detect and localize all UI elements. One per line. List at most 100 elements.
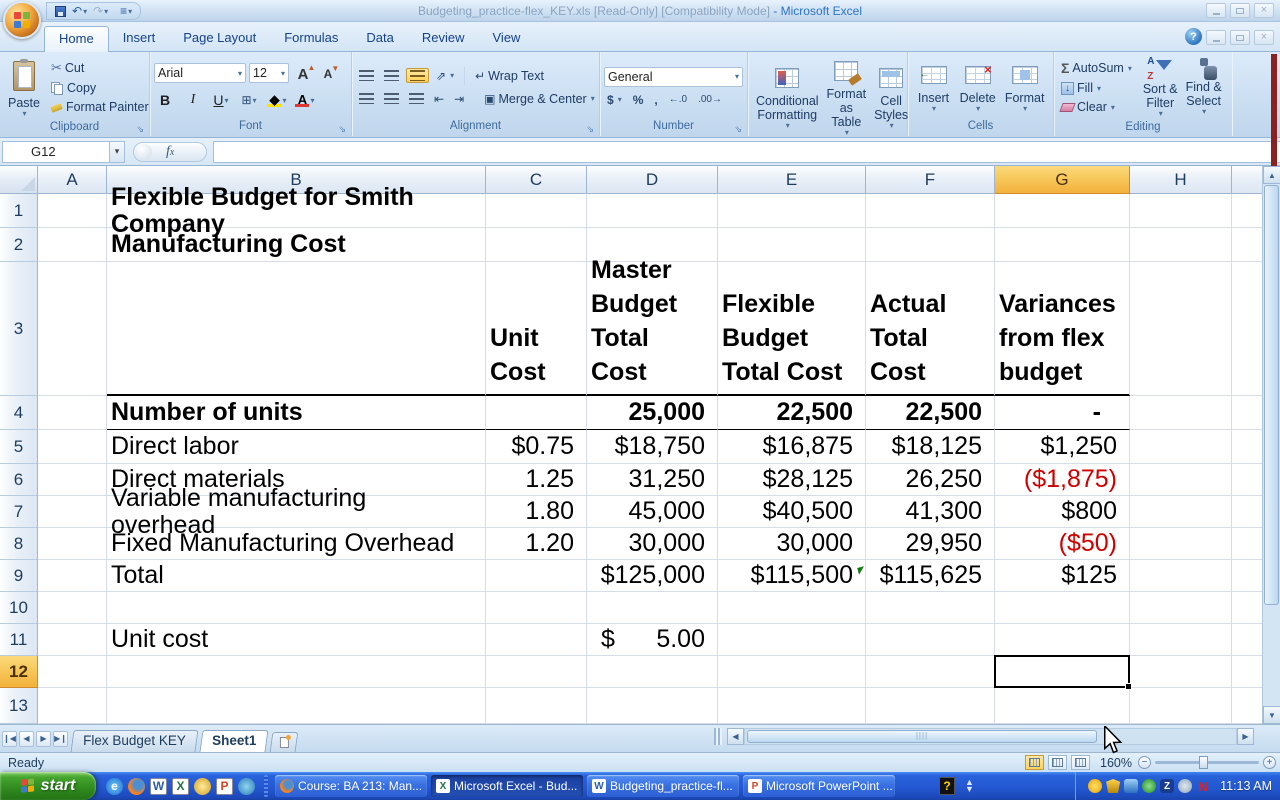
cell-E9[interactable]: $115,500 bbox=[718, 560, 866, 592]
cell-E5[interactable]: $16,875 bbox=[718, 430, 866, 464]
cell-C9[interactable] bbox=[486, 560, 587, 592]
cell-C8[interactable]: 1.20 bbox=[486, 528, 587, 560]
cell-E10[interactable] bbox=[718, 592, 866, 624]
cell-F7[interactable]: 41,300 bbox=[866, 496, 995, 528]
cell-C10[interactable] bbox=[486, 592, 587, 624]
cell-A10[interactable] bbox=[38, 592, 107, 624]
zoom-out-button[interactable]: − bbox=[1138, 756, 1151, 769]
cell-D6[interactable]: 31,250 bbox=[587, 464, 718, 496]
workbook-close-button[interactable]: × bbox=[1254, 30, 1274, 45]
clear-button[interactable]: Clear ▾ bbox=[1058, 99, 1135, 115]
vertical-scroll-thumb[interactable] bbox=[1264, 185, 1279, 605]
cell-E4[interactable]: 22,500 bbox=[718, 396, 866, 430]
fill-button[interactable]: ↓ Fill ▾ bbox=[1058, 80, 1135, 96]
cell-F10[interactable] bbox=[866, 592, 995, 624]
font-color-button[interactable]: A ▾ bbox=[294, 89, 316, 111]
page-break-view-button[interactable] bbox=[1071, 755, 1091, 770]
cell-C13[interactable] bbox=[486, 688, 587, 724]
row-header-12[interactable]: 12 bbox=[0, 656, 38, 688]
insert-worksheet-tab[interactable] bbox=[269, 731, 299, 752]
borders-button[interactable]: ⊞ ▾ bbox=[238, 89, 260, 111]
cell-H7[interactable] bbox=[1130, 496, 1232, 528]
italic-button[interactable]: I bbox=[182, 89, 204, 111]
grow-font-button[interactable]: A ▲ bbox=[292, 63, 316, 85]
wrap-text-button[interactable]: ↵ Wrap Text bbox=[472, 68, 547, 84]
next-sheet-icon[interactable]: ▶ bbox=[36, 730, 51, 747]
alignment-dialog-launcher[interactable]: ⇘ bbox=[586, 124, 594, 135]
cell-G8[interactable]: ($50) bbox=[995, 528, 1130, 560]
cell-H12[interactable] bbox=[1130, 656, 1232, 688]
row-header-2[interactable]: 2 bbox=[0, 228, 38, 262]
tray-messenger-icon[interactable] bbox=[1088, 779, 1103, 793]
cell-B11[interactable]: Unit cost bbox=[107, 624, 486, 656]
sort-filter-button[interactable]: AZ Sort & Filter ▾ bbox=[1139, 54, 1182, 121]
cell-G7[interactable]: $800 bbox=[995, 496, 1130, 528]
cell-G1[interactable] bbox=[995, 194, 1130, 228]
cell-C6[interactable]: 1.25 bbox=[486, 464, 587, 496]
increase-decimal-button[interactable]: ←.0 bbox=[666, 93, 690, 106]
cell-G13[interactable] bbox=[995, 688, 1130, 724]
column-header-E[interactable]: E bbox=[718, 166, 866, 194]
insert-function-button[interactable]: fx bbox=[133, 141, 207, 162]
minimize-button[interactable] bbox=[1206, 3, 1226, 18]
tab-view[interactable]: View bbox=[479, 26, 535, 52]
tray-norton-icon[interactable]: N bbox=[1196, 779, 1210, 794]
column-header-C[interactable]: C bbox=[486, 166, 587, 194]
cell-D11[interactable]: $5.00 bbox=[587, 624, 718, 656]
workbook-minimize-button[interactable] bbox=[1206, 30, 1226, 45]
cell-B9[interactable]: Total bbox=[107, 560, 486, 592]
cell-G2[interactable] bbox=[995, 228, 1130, 262]
cell-C11[interactable] bbox=[486, 624, 587, 656]
format-cells-button[interactable]: Format ▾ bbox=[1001, 58, 1049, 116]
tab-insert[interactable]: Insert bbox=[109, 26, 170, 52]
close-button[interactable]: × bbox=[1254, 3, 1274, 18]
row-header-5[interactable]: 5 bbox=[0, 430, 38, 464]
row-header-3[interactable]: 3 bbox=[0, 262, 38, 396]
cell-B8[interactable]: Fixed Manufacturing Overhead bbox=[107, 528, 486, 560]
row-header-1[interactable]: 1 bbox=[0, 194, 38, 228]
cell-E7[interactable]: $40,500 bbox=[718, 496, 866, 528]
cell-A7[interactable] bbox=[38, 496, 107, 528]
cell-G6[interactable]: ($1,875) bbox=[995, 464, 1130, 496]
font-dialog-launcher[interactable]: ⇘ bbox=[338, 124, 346, 135]
horizontal-scroll-thumb[interactable] bbox=[747, 730, 1097, 743]
fill-color-button[interactable]: ◆ ▾ bbox=[266, 89, 288, 111]
cell-D12[interactable] bbox=[587, 656, 718, 688]
bold-button[interactable]: B bbox=[154, 89, 176, 111]
row-header-9[interactable]: 9 bbox=[0, 560, 38, 592]
cell-H4[interactable] bbox=[1130, 396, 1232, 430]
cell-G3[interactable]: Variances from flex budget bbox=[995, 262, 1130, 396]
cell-A12[interactable] bbox=[38, 656, 107, 688]
cell-F5[interactable]: $18,125 bbox=[866, 430, 995, 464]
cell-H10[interactable] bbox=[1130, 592, 1232, 624]
cell-D8[interactable]: 30,000 bbox=[587, 528, 718, 560]
align-middle-button[interactable] bbox=[381, 69, 402, 82]
cell-F6[interactable]: 26,250 bbox=[866, 464, 995, 496]
cell-C1[interactable] bbox=[486, 194, 587, 228]
zoom-slider-thumb[interactable] bbox=[1199, 756, 1208, 769]
cell-B5[interactable]: Direct labor bbox=[107, 430, 486, 464]
font-size-select[interactable]: 12 ▾ bbox=[249, 63, 289, 83]
cell-F9[interactable]: $115,625 bbox=[857, 560, 995, 592]
cell-E13[interactable] bbox=[718, 688, 866, 724]
tab-page-layout[interactable]: Page Layout bbox=[169, 26, 270, 52]
powerpoint-icon[interactable]: P bbox=[216, 777, 233, 795]
cell-H5[interactable] bbox=[1130, 430, 1232, 464]
cell-A11[interactable] bbox=[38, 624, 107, 656]
cell-E11[interactable] bbox=[718, 624, 866, 656]
cell-F8[interactable]: 29,950 bbox=[866, 528, 995, 560]
tab-formulas[interactable]: Formulas bbox=[270, 26, 352, 52]
copy-button[interactable]: Copy bbox=[48, 80, 152, 96]
cell-E3[interactable]: Flexible Budget Total Cost bbox=[718, 262, 866, 396]
media-player-icon[interactable] bbox=[238, 777, 255, 795]
align-center-button[interactable] bbox=[381, 92, 402, 105]
cell-F12[interactable] bbox=[866, 656, 995, 688]
cell-E6[interactable]: $28,125 bbox=[718, 464, 866, 496]
cell-F1[interactable] bbox=[866, 194, 995, 228]
collapse-tray-icon[interactable]: ▲ ▼ bbox=[965, 777, 974, 793]
cell-G5[interactable]: $1,250 bbox=[995, 430, 1130, 464]
column-header-G[interactable]: G bbox=[995, 166, 1130, 194]
cell-G10[interactable] bbox=[995, 592, 1130, 624]
column-header-H[interactable]: H bbox=[1130, 166, 1232, 194]
row-header-4[interactable]: 4 bbox=[0, 396, 38, 430]
